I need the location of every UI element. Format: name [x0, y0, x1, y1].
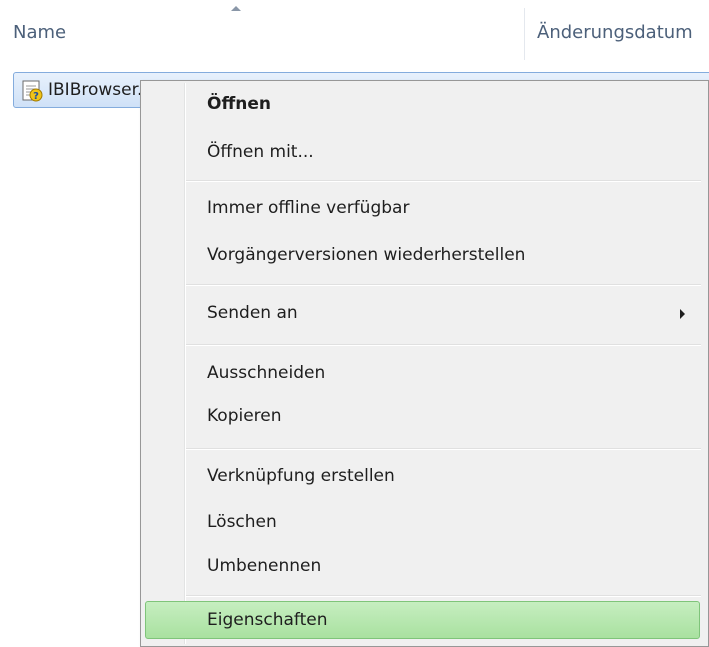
menu-item-label: Löschen: [207, 512, 277, 532]
column-header-date[interactable]: Änderungsdatum: [537, 22, 693, 43]
submenu-arrow-icon: [680, 309, 685, 319]
menu-item-open[interactable]: Öffnen: [145, 85, 700, 123]
menu-item-send-to[interactable]: Senden an: [145, 294, 700, 332]
registry-file-icon: ?: [22, 80, 43, 102]
menu-item-cut[interactable]: Ausschneiden: [145, 354, 700, 392]
menu-separator: [186, 595, 701, 597]
svg-text:?: ?: [33, 91, 39, 102]
menu-item-always-offline[interactable]: Immer offline verfügbar: [145, 189, 700, 227]
menu-separator: [186, 448, 701, 450]
menu-item-copy[interactable]: Kopieren: [145, 397, 700, 435]
menu-item-label: Öffnen mit...: [207, 142, 314, 162]
column-header-name[interactable]: Name: [13, 22, 66, 43]
menu-item-label: Verknüpfung erstellen: [207, 466, 395, 486]
menu-item-label: Kopieren: [207, 406, 282, 426]
menu-item-create-shortcut[interactable]: Verknüpfung erstellen: [145, 457, 700, 495]
menu-separator: [186, 180, 701, 182]
menu-item-label: Immer offline verfügbar: [207, 198, 410, 218]
menu-item-restore-previous-versions[interactable]: Vorgängerversionen wiederherstellen: [145, 236, 700, 274]
context-menu: Öffnen Öffnen mit... Immer offline verfü…: [140, 80, 709, 647]
menu-item-rename[interactable]: Umbenennen: [145, 547, 700, 585]
menu-item-properties[interactable]: Eigenschaften: [145, 601, 700, 639]
menu-separator: [186, 344, 701, 346]
menu-item-label: Umbenennen: [207, 556, 322, 576]
menu-item-open-with[interactable]: Öffnen mit...: [145, 133, 700, 171]
menu-item-delete[interactable]: Löschen: [145, 503, 700, 541]
menu-item-label: Öffnen: [207, 94, 271, 114]
menu-item-label: Ausschneiden: [207, 363, 326, 383]
menu-item-label: Senden an: [207, 303, 298, 323]
column-divider[interactable]: [524, 8, 525, 60]
column-header: Name Änderungsdatum: [0, 0, 709, 66]
menu-item-label: Vorgängerversionen wiederherstellen: [207, 245, 526, 265]
sort-ascending-icon: [231, 6, 241, 11]
menu-item-label: Eigenschaften: [207, 610, 328, 630]
menu-separator: [186, 284, 701, 286]
